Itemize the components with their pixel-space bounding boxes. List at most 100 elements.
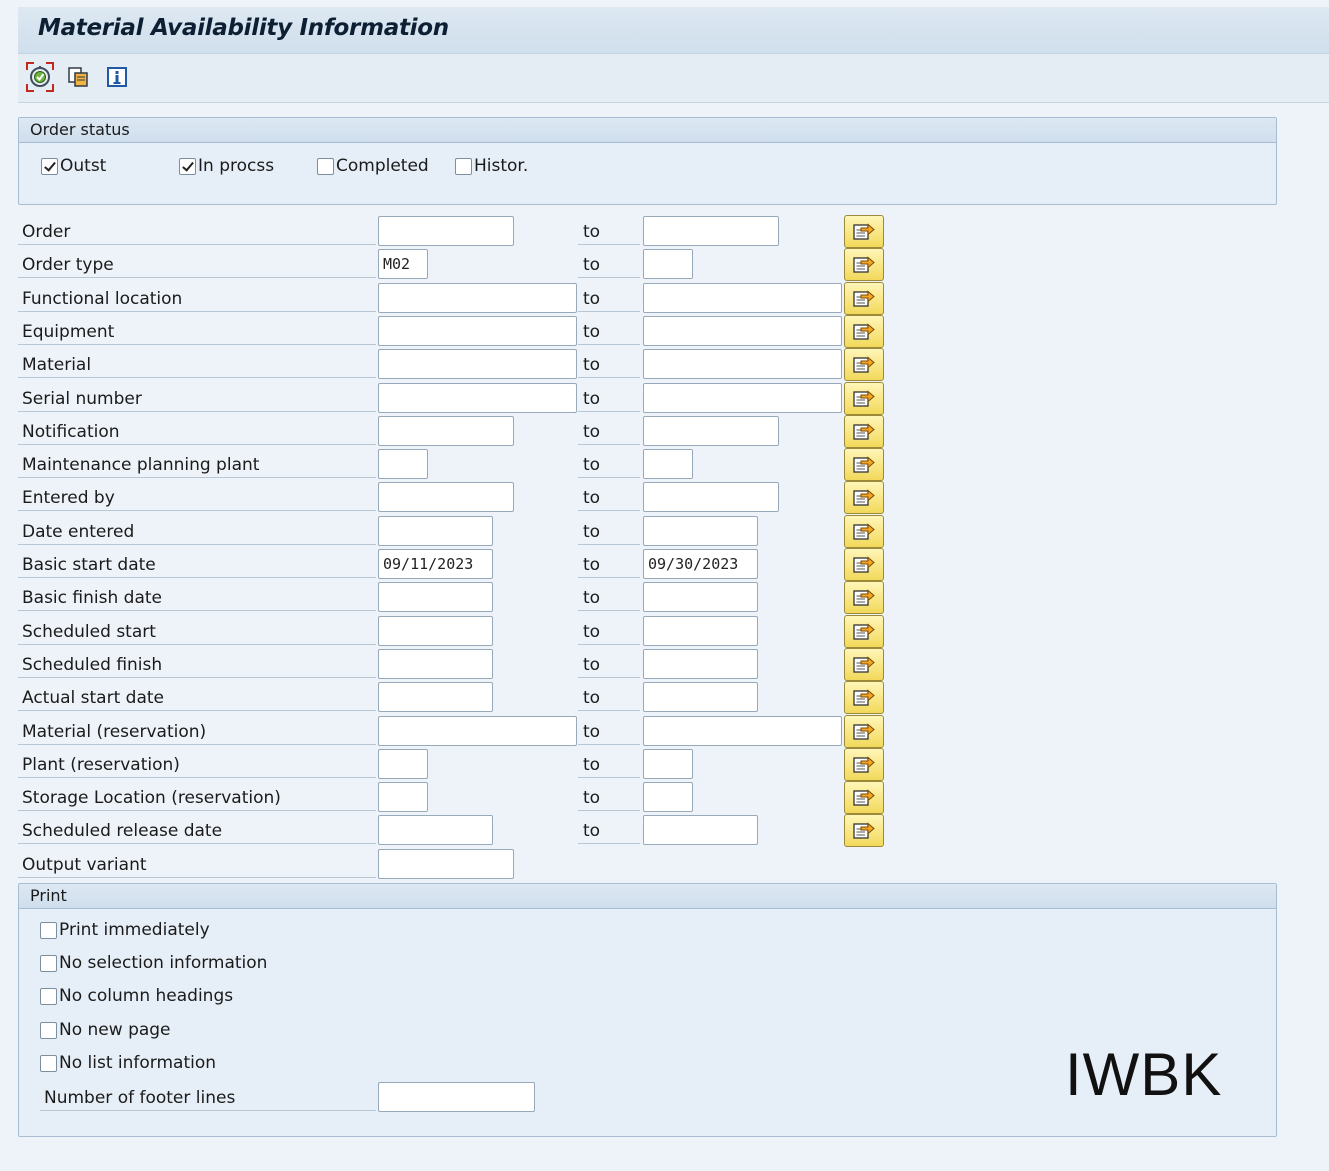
multiple-selection-button[interactable] — [844, 314, 884, 348]
footer-lines-row: Number of footer lines — [40, 1082, 540, 1114]
in-process-checkbox[interactable]: In procss — [179, 156, 274, 176]
multiple-selection-button[interactable] — [844, 248, 884, 282]
no-column-headings-checkbox[interactable]: No column headings — [40, 986, 233, 1006]
no-new-page-checkbox[interactable]: No new page — [40, 1020, 171, 1040]
multiple-selection-button[interactable] — [844, 348, 884, 382]
low-value-input[interactable] — [378, 715, 577, 746]
checkbox-label: No list information — [59, 1053, 217, 1073]
checkbox-box[interactable] — [179, 157, 196, 175]
high-value-input[interactable] — [643, 582, 758, 613]
high-value-input[interactable]: 09/30/2023 — [643, 549, 758, 579]
multiple-selection-button[interactable] — [844, 714, 884, 748]
high-value-input[interactable] — [643, 415, 779, 446]
output-variant-row: Output variant — [18, 849, 888, 881]
multiple-selection-button[interactable] — [844, 448, 884, 482]
range-to-label: to — [578, 419, 640, 445]
low-value-input[interactable] — [378, 216, 514, 246]
high-value-input[interactable] — [643, 648, 758, 679]
multiple-selection-button[interactable] — [844, 814, 884, 848]
low-value-input[interactable] — [378, 349, 577, 380]
high-value-input[interactable] — [643, 282, 842, 313]
checkbox-box[interactable] — [41, 157, 58, 175]
multiple-selection-button[interactable] — [844, 781, 884, 815]
low-value-input[interactable]: 09/11/2023 — [378, 549, 493, 579]
high-value-input[interactable] — [643, 748, 693, 779]
high-value-input[interactable] — [643, 449, 693, 480]
low-value-input[interactable] — [378, 648, 493, 679]
field-label: Basic finish date — [18, 585, 376, 612]
low-value-input[interactable] — [378, 382, 577, 413]
selection-row: Storage Location (reservation) to — [18, 781, 888, 815]
multiple-selection-button[interactable] — [844, 581, 884, 615]
multiple-selection-button[interactable] — [844, 215, 884, 248]
high-value-input[interactable] — [643, 482, 779, 513]
multiple-selection-button[interactable] — [844, 548, 884, 581]
selection-row: Notification to — [18, 414, 888, 448]
high-value-input[interactable] — [643, 382, 842, 413]
outstanding-checkbox[interactable]: Outst — [41, 156, 106, 176]
high-value-input[interactable] — [643, 815, 758, 846]
checkbox-box[interactable] — [40, 954, 57, 972]
selection-row: Basic finish date to — [18, 581, 888, 615]
selection-row: Scheduled release date to — [18, 814, 888, 848]
checkbox-box[interactable] — [455, 157, 472, 175]
multiple-selection-button[interactable] — [844, 414, 884, 448]
checkbox-label: In procss — [198, 156, 275, 176]
no-list-info-checkbox[interactable]: No list information — [40, 1053, 216, 1073]
selection-row: Order type M02 to — [18, 248, 888, 282]
high-value-input[interactable] — [643, 249, 693, 280]
low-value-input[interactable] — [378, 482, 514, 513]
low-value-input[interactable] — [378, 449, 428, 480]
historical-checkbox[interactable]: Histor. — [455, 156, 528, 176]
low-value-input[interactable] — [378, 682, 493, 713]
low-value-input[interactable] — [378, 315, 577, 346]
multiple-selection-button[interactable] — [844, 481, 884, 515]
range-to-label: to — [578, 719, 640, 745]
output-variant-input[interactable] — [378, 849, 514, 879]
checkbox-label: No column headings — [59, 986, 234, 1006]
low-value-input[interactable] — [378, 515, 493, 546]
high-value-input[interactable] — [643, 782, 693, 813]
footer-lines-input[interactable] — [378, 1082, 535, 1112]
high-value-input[interactable] — [643, 349, 842, 380]
checkbox-box[interactable] — [40, 1021, 57, 1039]
selection-row: Functional location to — [18, 281, 888, 315]
low-value-input[interactable] — [378, 748, 428, 779]
checkbox-box[interactable] — [40, 987, 57, 1005]
print-immediately-checkbox[interactable]: Print immediately — [40, 920, 210, 940]
high-value-input[interactable] — [643, 715, 842, 746]
no-selection-info-checkbox[interactable]: No selection information — [40, 953, 267, 973]
low-value-input[interactable] — [378, 782, 428, 813]
multiple-selection-button[interactable] — [844, 647, 884, 681]
multiple-selection-button[interactable] — [844, 747, 884, 781]
low-value-input[interactable] — [378, 282, 577, 313]
multiple-selection-button[interactable] — [844, 681, 884, 715]
footer-lines-label: Number of footer lines — [40, 1085, 376, 1111]
checkbox-box[interactable] — [317, 157, 334, 175]
high-value-input[interactable] — [643, 682, 758, 713]
high-value-input[interactable] — [643, 515, 758, 546]
field-label: Entered by — [18, 485, 376, 512]
low-value-input[interactable] — [378, 815, 493, 846]
multiple-selection-button[interactable] — [844, 281, 884, 315]
title-bar: Material Availability Information — [18, 7, 1329, 54]
info-icon[interactable] — [104, 62, 132, 92]
high-value-input[interactable] — [643, 315, 842, 346]
execute-icon[interactable] — [26, 62, 54, 92]
checkbox-box[interactable] — [40, 1054, 57, 1072]
field-label: Basic start date — [18, 552, 376, 578]
completed-checkbox[interactable]: Completed — [317, 156, 429, 176]
output-variant-label: Output variant — [18, 852, 376, 878]
low-value-input[interactable]: M02 — [378, 249, 428, 280]
multiple-selection-button[interactable] — [844, 614, 884, 648]
range-to-label: to — [578, 386, 640, 412]
high-value-input[interactable] — [643, 615, 758, 646]
multiple-selection-button[interactable] — [844, 514, 884, 548]
high-value-input[interactable] — [643, 216, 779, 246]
low-value-input[interactable] — [378, 615, 493, 646]
copy-icon[interactable] — [66, 62, 94, 92]
low-value-input[interactable] — [378, 582, 493, 613]
low-value-input[interactable] — [378, 415, 514, 446]
multiple-selection-button[interactable] — [844, 381, 884, 415]
checkbox-box[interactable] — [40, 921, 57, 939]
